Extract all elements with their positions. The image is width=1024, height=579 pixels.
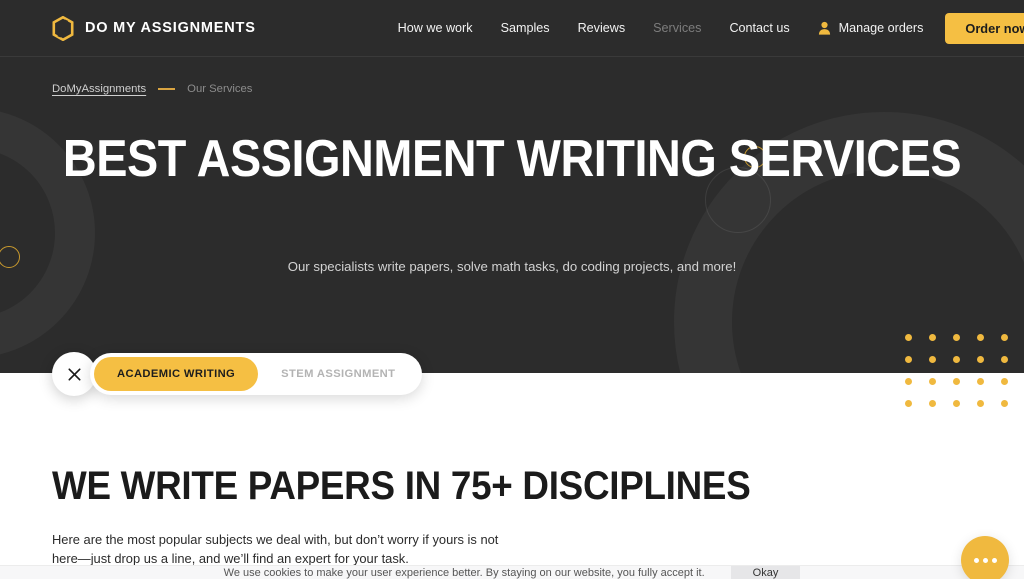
nav-item-samples[interactable]: Samples bbox=[501, 21, 550, 35]
breadcrumb-home-link[interactable]: DoMyAssignments bbox=[52, 83, 146, 95]
cookie-accept-button[interactable]: Okay bbox=[730, 566, 801, 579]
tab-academic-writing[interactable]: ACADEMIC WRITING bbox=[94, 357, 259, 391]
tab-list: ACADEMIC WRITING STEM ASSIGNMENT bbox=[90, 353, 423, 395]
chat-dots-icon bbox=[982, 557, 988, 563]
order-now-button[interactable]: Order now bbox=[945, 12, 1024, 44]
close-icon bbox=[67, 367, 81, 381]
page-root: DO MY ASSIGNMENTS How we work Samples Re… bbox=[0, 0, 1024, 579]
user-icon bbox=[818, 21, 830, 35]
breadcrumb: DoMyAssignments Our Services bbox=[52, 83, 252, 95]
cookie-banner-text: We use cookies to make your user experie… bbox=[223, 566, 705, 579]
manage-orders-label: Manage orders bbox=[838, 21, 924, 35]
chat-dots-icon bbox=[991, 557, 997, 563]
decorative-dot-grid bbox=[905, 334, 1024, 422]
chat-dots-icon bbox=[973, 557, 979, 563]
main-nav: How we work Samples Reviews Services Con… bbox=[398, 21, 790, 35]
hexagon-s-logo-icon bbox=[52, 15, 74, 41]
brand-name: DO MY ASSIGNMENTS bbox=[85, 20, 256, 36]
breadcrumb-separator-icon bbox=[158, 88, 176, 90]
hero-subtitle: Our specialists write papers, solve math… bbox=[287, 259, 737, 274]
breadcrumb-current: Our Services bbox=[187, 83, 253, 95]
manage-orders-link[interactable]: Manage orders bbox=[818, 21, 924, 35]
category-tab-switcher: ACADEMIC WRITING STEM ASSIGNMENT bbox=[52, 352, 423, 396]
nav-item-contact-us[interactable]: Contact us bbox=[729, 21, 789, 35]
nav-item-services[interactable]: Services bbox=[653, 21, 701, 35]
disciplines-title: WE WRITE PAPERS IN 75+ DISCIPLINES bbox=[52, 464, 751, 508]
nav-item-how-we-work[interactable]: How we work bbox=[398, 21, 473, 35]
disciplines-paragraph: Here are the most popular subjects we de… bbox=[52, 532, 499, 566]
chat-widget-button[interactable] bbox=[961, 536, 1009, 579]
tab-stem-assignment[interactable]: STEM ASSIGNMENT bbox=[258, 357, 418, 391]
page-title: BEST ASSIGNMENT WRITING SERVICES bbox=[62, 130, 962, 188]
cookie-banner: We use cookies to make your user experie… bbox=[0, 565, 1024, 579]
nav-item-reviews[interactable]: Reviews bbox=[578, 21, 626, 35]
site-header: DO MY ASSIGNMENTS How we work Samples Re… bbox=[0, 0, 1024, 57]
brand-logo[interactable]: DO MY ASSIGNMENTS bbox=[52, 15, 256, 41]
